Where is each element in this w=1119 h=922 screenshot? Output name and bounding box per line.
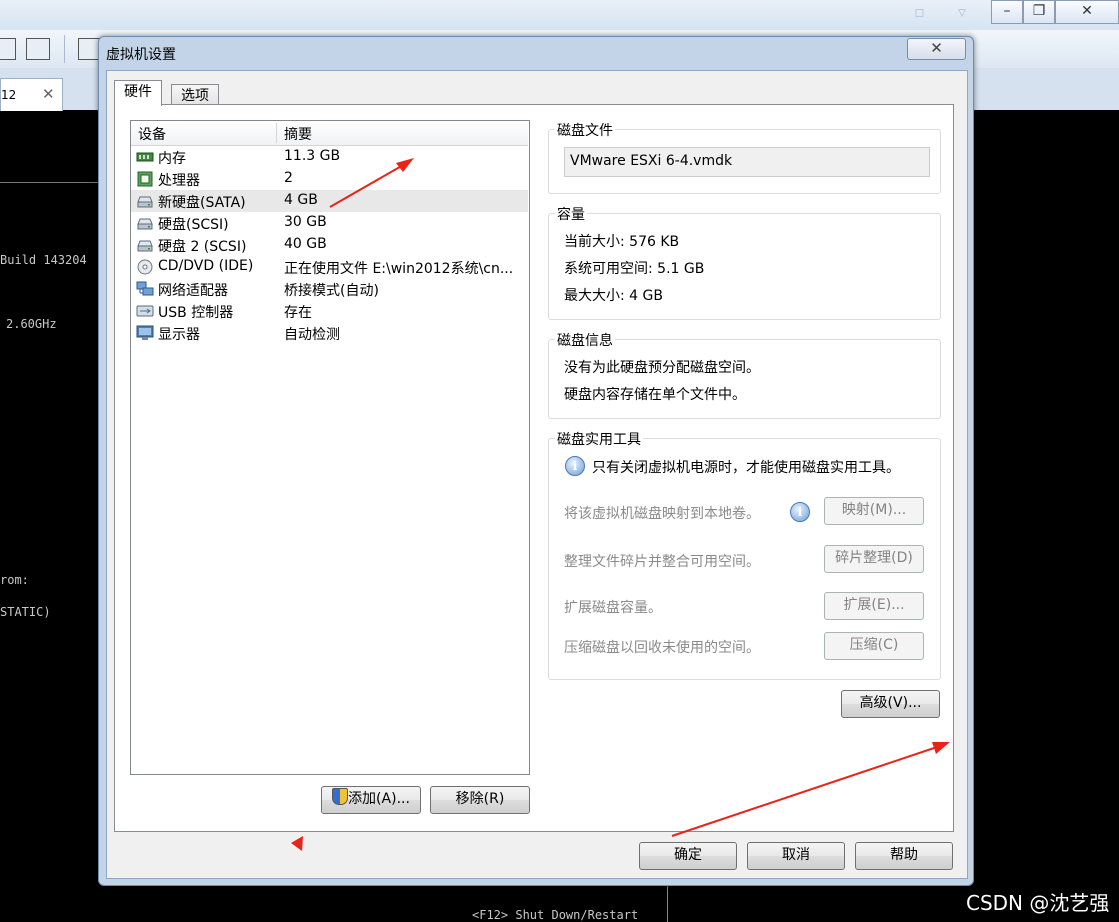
tab-hardware[interactable]: 硬件 [114,80,162,106]
red-arrow-annotation [329,158,414,208]
csdn-watermark: CSDN @沈艺强 [966,891,1110,915]
red-arrow-tip [291,836,303,851]
red-arrow-annotation [671,742,950,837]
annotation-arrows [291,158,950,851]
